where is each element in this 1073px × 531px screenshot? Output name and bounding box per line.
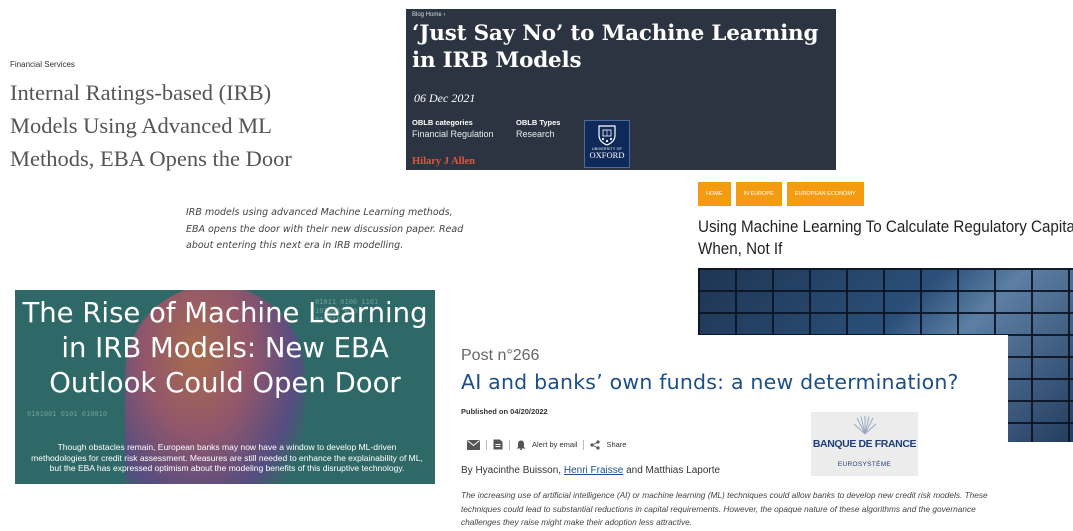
post-date: 06 Dec 2021 — [414, 91, 476, 105]
logo-name: BANQUE DE FRANCE — [812, 438, 917, 450]
title-line-2: When, Not If — [698, 240, 783, 258]
binary-decoration: 0101001 0101 010010 — [27, 410, 108, 418]
banner-headline[interactable]: The Rise of Machine Learning in IRB Mode… — [15, 296, 435, 401]
breadcrumb[interactable]: Blog Home › — [412, 12, 445, 18]
tag-home[interactable]: HOME — [698, 182, 731, 206]
article-title-irb-models[interactable]: Internal Ratings-based (IRB) Models Usin… — [10, 76, 340, 175]
email-icon[interactable] — [467, 439, 480, 450]
oxford-logo-line2: OXFORD — [589, 150, 625, 160]
logo-subtitle: EUROSYSTÈME — [837, 461, 892, 468]
post-author[interactable]: Hilary J Allen — [412, 156, 475, 167]
types-label: OBLB Types — [516, 118, 561, 127]
pdf-icon[interactable] — [493, 439, 503, 450]
post-number: Post n°266 — [461, 347, 540, 364]
post-title[interactable]: AI and banks’ own funds: a new determina… — [461, 370, 959, 394]
authors-suffix: and Matthias Laporte — [626, 465, 721, 476]
bell-icon[interactable] — [516, 440, 526, 450]
marianne-rays-icon — [853, 416, 877, 435]
alert-by-email-link[interactable]: Alert by email — [532, 440, 577, 449]
types-value[interactable]: Research — [516, 129, 555, 139]
breadcrumb-tags: HOME IN EUROPE EUROPEAN ECONOMY — [698, 182, 864, 206]
article-category: Financial Services — [10, 60, 75, 69]
post-abstract: The increasing use of artificial intelli… — [461, 490, 988, 527]
title-line-1: Using Machine Learning To Calculate Regu… — [698, 218, 1073, 236]
share-link[interactable]: Share — [606, 440, 626, 449]
share-icon[interactable] — [590, 439, 601, 450]
post-toolbar: Alert by email Share — [467, 439, 626, 450]
categories-label: OBLB categories — [412, 118, 473, 127]
blog-post-title[interactable]: ‘Just Say No’ to Machine Learning in IRB… — [412, 20, 832, 74]
categories-value[interactable]: Financial Regulation — [412, 129, 494, 139]
author-link-henri-fraisse[interactable]: Henri Fraisse — [564, 465, 623, 476]
published-date: Published on 04/20/2022 — [461, 407, 548, 416]
oxford-blog-card[interactable]: Blog Home › ‘Just Say No’ to Machine Lea… — [406, 9, 836, 170]
oxford-crest-icon — [598, 125, 616, 146]
authors-prefix: By Hyacinthe Buisson, — [461, 465, 562, 476]
banque-de-france-post[interactable]: Post n°266 AI and banks’ own funds: a ne… — [453, 335, 1008, 531]
banner-description: Though obstacles remain, European banks … — [31, 442, 423, 473]
article-blurb: IRB models using advanced Machine Learni… — [186, 207, 464, 251]
tag-in-europe[interactable]: IN EUROPE — [735, 182, 782, 206]
post-authors: By Hyacinthe Buisson, Henri Fraisse and … — [461, 465, 720, 476]
banque-de-france-logo: BANQUE DE FRANCE EUROSYSTÈME — [811, 412, 918, 476]
article-title-regulatory-capital[interactable]: Using Machine Learning To Calculate Regu… — [698, 216, 1073, 260]
ml-irb-banner[interactable]: 01011 0100 1101 101001 010 0100101 0101001… — [15, 290, 435, 484]
tag-european-economy[interactable]: EUROPEAN ECONOMY — [786, 182, 864, 206]
oxford-logo: UNIVERSITY OF OXFORD — [584, 120, 630, 168]
